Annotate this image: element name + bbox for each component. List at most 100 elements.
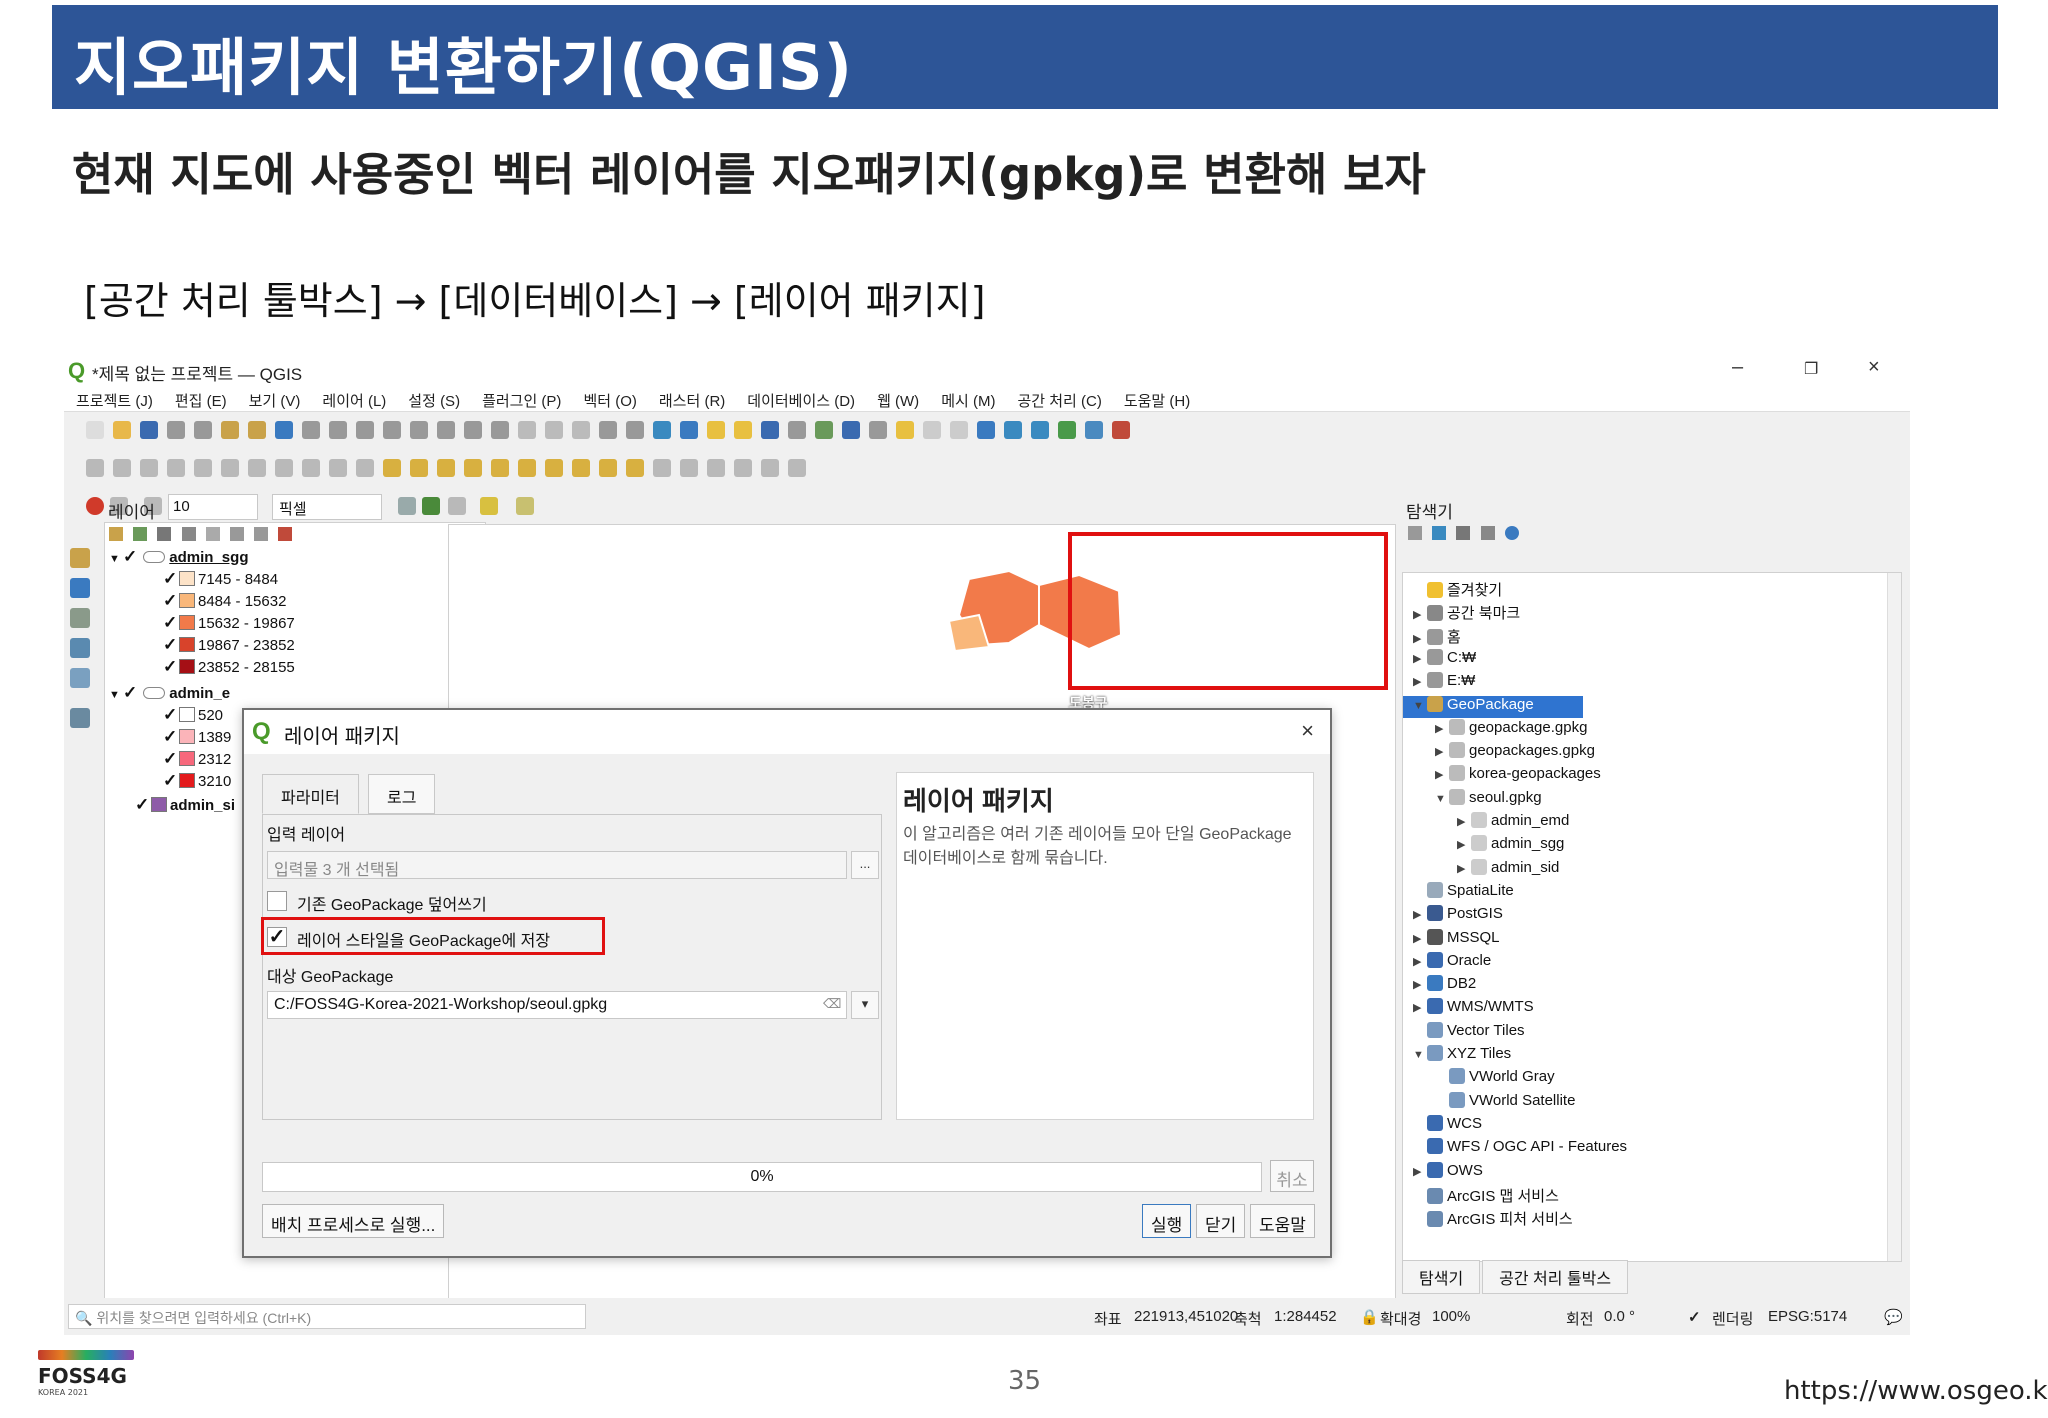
minimize-button[interactable]: –	[1732, 356, 1743, 379]
dialog-close-icon[interactable]: ×	[1301, 718, 1314, 744]
expand-arrow-icon[interactable]: ▶	[1413, 675, 1427, 688]
vertex-tool-icon[interactable]	[194, 459, 212, 477]
collapse-all-icon[interactable]	[1480, 526, 1495, 540]
expand-arrow-icon[interactable]: ▶	[1413, 955, 1427, 968]
browser-item[interactable]: ▶ OWS	[1403, 1161, 1483, 1184]
refresh-icon[interactable]	[1432, 526, 1447, 540]
filter-icon[interactable]	[181, 527, 196, 541]
menu-project[interactable]: 프로젝트 (J)	[64, 386, 163, 411]
plugin-icon[interactable]	[1031, 421, 1049, 439]
browser-item[interactable]: ▶ admin_sid	[1403, 858, 1559, 881]
messages-icon[interactable]: 💬	[1884, 1308, 1903, 1326]
expand-arrow-icon[interactable]: ▼	[1413, 1049, 1427, 1061]
attribute-table-icon[interactable]	[761, 421, 779, 439]
run-button[interactable]: 실행	[1142, 1204, 1192, 1238]
field-calculator-icon[interactable]	[788, 421, 806, 439]
legend-item[interactable]: ✓ 19867 - 23852	[163, 635, 295, 657]
open-project-icon[interactable]	[113, 421, 131, 439]
open-styling-icon[interactable]	[109, 527, 123, 541]
label-show-icon[interactable]	[437, 459, 455, 477]
georef-icon[interactable]	[626, 459, 644, 477]
expand-arrow-icon[interactable]: ▶	[1413, 908, 1427, 921]
undo-icon[interactable]	[329, 459, 347, 477]
menu-web[interactable]: 웹 (W)	[865, 386, 929, 411]
browser-item[interactable]: ▼ GeoPackage	[1403, 695, 1583, 718]
menu-view[interactable]: 보기 (V)	[237, 386, 311, 411]
expand-arrow-icon[interactable]: ▶	[1457, 838, 1471, 851]
legend-item[interactable]: ✓ 520	[163, 705, 223, 727]
browser-item[interactable]: ▶ MSSQL	[1403, 928, 1500, 951]
avoid-overlap-icon[interactable]	[516, 497, 534, 515]
expand-arrow-icon[interactable]: ▶	[1413, 652, 1427, 665]
expand-arrow-icon[interactable]: ▶	[1457, 862, 1471, 875]
show-bookmarks-icon[interactable]	[626, 421, 644, 439]
browser-item[interactable]: ▶ 홈	[1403, 626, 1461, 648]
add-vector-icon[interactable]	[70, 548, 90, 568]
expand-arrow-icon[interactable]: ▶	[1435, 768, 1449, 781]
new-project-icon[interactable]	[86, 421, 104, 439]
label-highlight-icon[interactable]	[572, 459, 590, 477]
browser-item[interactable]: ▶ geopackage.gpkg	[1403, 718, 1587, 741]
snap-tolerance-field[interactable]: 10	[168, 494, 258, 520]
clear-field-icon[interactable]: ⌫	[823, 996, 841, 1012]
overwrite-checkbox[interactable]	[267, 891, 287, 911]
zoom-out-icon[interactable]	[329, 421, 347, 439]
add-selected-icon[interactable]	[1408, 526, 1422, 540]
browser-scrollbar[interactable]	[1887, 573, 1901, 1261]
redo-icon[interactable]	[356, 459, 374, 477]
browser-item[interactable]: ▶ admin_emd	[1403, 812, 1569, 834]
offset-icon[interactable]	[707, 459, 725, 477]
collapse-all-icon[interactable]	[254, 527, 269, 541]
add-group-icon[interactable]	[133, 527, 148, 541]
save-project-icon[interactable]	[140, 421, 158, 439]
copy-icon[interactable]	[275, 459, 293, 477]
plugin-icon[interactable]	[1085, 421, 1103, 439]
expand-arrow-icon[interactable]: ▶	[1413, 632, 1427, 645]
expand-arrow-icon[interactable]: ▶	[1413, 1001, 1427, 1014]
cancel-button[interactable]: 취소	[1270, 1160, 1314, 1192]
label-icon[interactable]	[383, 459, 401, 477]
statistics-icon[interactable]	[842, 421, 860, 439]
split-icon[interactable]	[761, 459, 779, 477]
legend-item[interactable]: ✓ 1389	[163, 727, 231, 749]
filter-icon[interactable]	[1456, 526, 1471, 540]
topology-icon[interactable]	[398, 497, 416, 515]
menu-layer[interactable]: 레이어 (L)	[310, 386, 396, 411]
python-icon[interactable]	[977, 421, 995, 439]
plugin-icon[interactable]	[1112, 421, 1130, 439]
add-wms-icon[interactable]	[70, 708, 90, 728]
legend-item[interactable]: ✓ 15632 - 19867	[163, 613, 295, 635]
legend-item[interactable]: ✓ 8484 - 15632	[163, 591, 286, 613]
dest-geopackage-field[interactable]: C:/FOSS4G-Korea-2021-Workshop/seoul.gpkg	[267, 991, 847, 1019]
browser-item[interactable]: ▶ 공간 북마크	[1403, 602, 1520, 624]
dest-browse-button[interactable]: ▾	[851, 991, 879, 1019]
zoom-in-icon[interactable]	[302, 421, 320, 439]
expand-arrow-icon[interactable]: ▶	[1457, 815, 1471, 828]
identify-icon[interactable]	[680, 421, 698, 439]
expand-arrow-icon[interactable]: ▼	[1435, 793, 1449, 805]
label-rotate-icon[interactable]	[491, 459, 509, 477]
info-icon[interactable]	[1504, 526, 1519, 540]
add-spatialite-icon[interactable]	[70, 638, 90, 658]
new-layout-icon[interactable]	[167, 421, 185, 439]
remove-layer-icon[interactable]	[278, 527, 293, 541]
text-annotation-icon[interactable]	[950, 421, 968, 439]
add-delimited-icon[interactable]	[70, 608, 90, 628]
browser-item[interactable]: ▼ XYZ Tiles	[1403, 1045, 1511, 1067]
expand-arrow-icon[interactable]: ▶	[1435, 722, 1449, 735]
bookmark-icon[interactable]	[599, 421, 617, 439]
magnet-icon[interactable]	[86, 497, 104, 515]
new-3d-view-icon[interactable]	[545, 421, 563, 439]
expand-arrow-icon[interactable]: ▶	[1413, 1165, 1427, 1178]
filter-map-icon[interactable]	[205, 527, 220, 541]
self-snap-icon[interactable]	[480, 497, 498, 515]
layer-row[interactable]: ▼ ✓ admin_e	[109, 683, 230, 705]
advanced-digitize-icon[interactable]	[653, 459, 671, 477]
expand-arrow-icon[interactable]: ▶	[1413, 608, 1427, 621]
close-window-button[interactable]: ×	[1868, 356, 1880, 379]
locator-search-input[interactable]: 🔍 위치를 찾으려면 입력하세요 (Ctrl+K)	[68, 1304, 586, 1329]
input-layers-browse-button[interactable]: ...	[851, 851, 879, 879]
add-feature-icon[interactable]	[167, 459, 185, 477]
label-move-icon[interactable]	[518, 459, 536, 477]
delete-icon[interactable]	[221, 459, 239, 477]
